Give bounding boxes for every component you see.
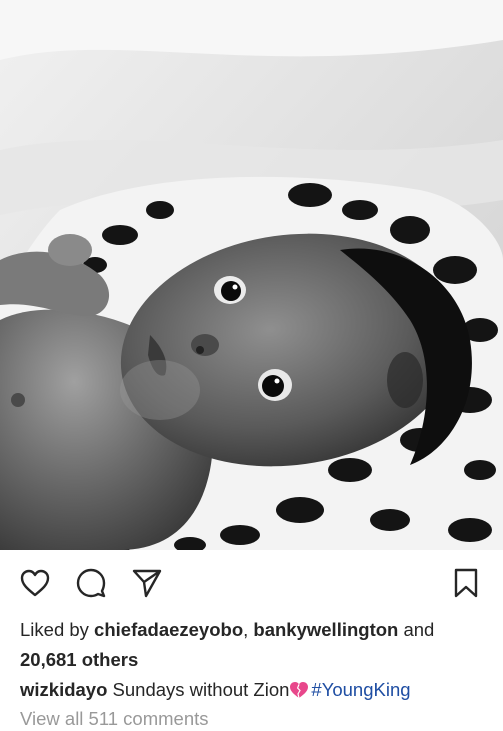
likes-count[interactable]: 20,681 others <box>20 649 138 670</box>
like-button[interactable] <box>18 566 52 600</box>
paper-plane-icon <box>132 569 162 598</box>
post-action-bar <box>0 560 503 606</box>
liker-username-1[interactable]: chiefadaezeyobo <box>94 619 243 640</box>
bookmark-icon <box>454 568 478 598</box>
comment-bubble-icon <box>76 568 106 598</box>
liker-username-2[interactable]: bankywellington <box>253 619 398 640</box>
caption-text: Sundays without Zion <box>107 679 290 700</box>
likes-separator: , <box>243 619 254 640</box>
comment-button[interactable] <box>74 566 108 600</box>
caption-hashtag[interactable]: #YoungKing <box>311 679 410 700</box>
broken-heart-emoji-icon <box>290 682 309 699</box>
view-all-comments-link[interactable]: View all 511 comments <box>20 707 209 731</box>
post-caption: wizkidayo Sundays without Zion #YoungKin… <box>20 675 490 705</box>
share-button[interactable] <box>130 566 164 600</box>
heart-outline-icon <box>20 569 50 597</box>
post-photo[interactable] <box>0 0 503 550</box>
likes-summary: Liked by chiefadaezeyobo, bankywellingto… <box>20 615 490 675</box>
likes-and: and <box>398 619 435 640</box>
post-caption-block: Liked by chiefadaezeyobo, bankywellingto… <box>20 615 490 705</box>
baby-photo-image <box>0 0 503 550</box>
caption-username[interactable]: wizkidayo <box>20 679 107 700</box>
save-bookmark-button[interactable] <box>449 566 483 600</box>
likes-prefix: Liked by <box>20 619 95 640</box>
